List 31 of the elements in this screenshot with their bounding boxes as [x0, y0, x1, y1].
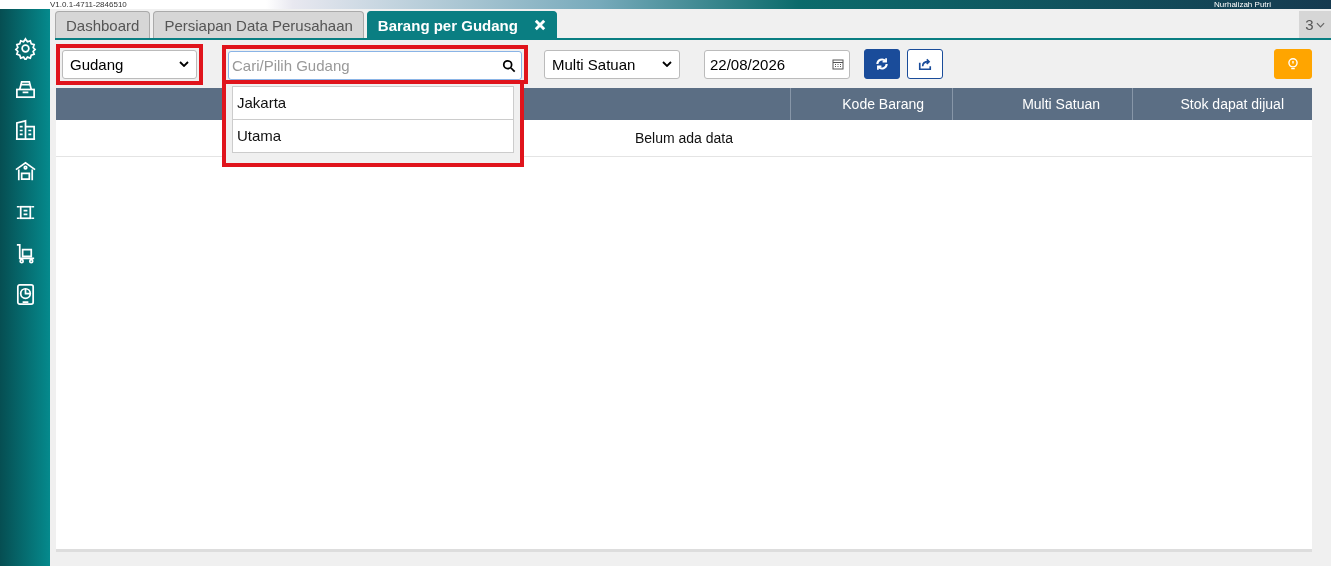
user-name: Nurhalizah Putri	[1214, 0, 1271, 9]
export-button[interactable]	[907, 49, 943, 79]
tab[interactable]: Persiapan Data Perusahaan	[153, 11, 364, 38]
calendar-icon	[832, 58, 844, 70]
building-icon[interactable]	[13, 119, 37, 142]
tab-count-dropdown[interactable]: 3	[1299, 11, 1331, 38]
column-header: Kode Barang	[790, 88, 952, 120]
share-icon	[918, 57, 932, 71]
chevron-icon	[179, 61, 189, 67]
date-field[interactable]: 22/08/2026	[704, 49, 850, 79]
filter-type-select[interactable]: Gudang	[62, 49, 197, 79]
gear-icon[interactable]	[13, 37, 37, 60]
tab[interactable]: Barang per Gudang	[366, 11, 557, 38]
dropdown-option[interactable]: Jakarta	[232, 85, 514, 120]
column-header: Stok dapat dijual	[1132, 88, 1312, 120]
register-icon[interactable]	[13, 78, 37, 101]
refresh-icon	[875, 57, 889, 71]
search-icon	[502, 58, 516, 73]
dropdown-option[interactable]: Utama	[232, 119, 514, 153]
version-text: V1.0.1-4711-2846510	[50, 0, 127, 9]
chevron-icon	[1315, 21, 1325, 28]
search-field[interactable]: Cari/Pilih Gudang	[228, 50, 522, 80]
tab[interactable]: Dashboard	[55, 11, 151, 38]
column-header: Multi Satuan	[952, 88, 1132, 120]
refresh-button[interactable]	[864, 49, 900, 79]
close-icon[interactable]	[533, 19, 546, 31]
chevron-icon	[662, 61, 672, 67]
empty-message: Belum ada data	[634, 130, 734, 146]
unit-mode-select[interactable]: Multi Satuan	[544, 49, 680, 79]
warehouse-icon[interactable]	[13, 160, 37, 183]
lightbulb-icon	[1286, 57, 1300, 71]
